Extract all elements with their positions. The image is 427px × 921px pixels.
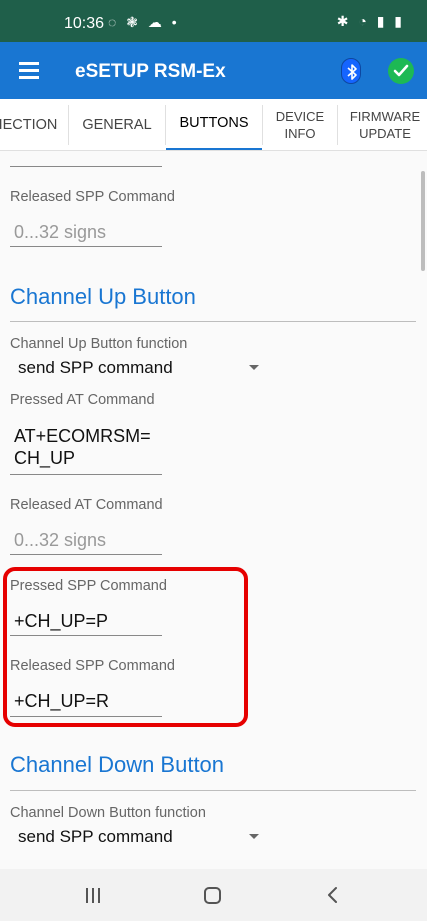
partial-field-underline (10, 166, 162, 167)
channel-down-function-label: Channel Down Button function (10, 805, 206, 821)
chevron-down-icon[interactable] (249, 834, 259, 839)
pressed-at-label: Pressed AT Command (10, 392, 155, 408)
channel-down-function-select[interactable]: send SPP command (18, 827, 173, 847)
buttons-settings-panel: Released SPP Command 0...32 signs Channe… (0, 151, 427, 869)
home-icon[interactable] (204, 887, 221, 904)
channel-up-function-select[interactable]: send SPP command (18, 358, 173, 378)
app-title: eSETUP RSM-Ex (75, 61, 226, 82)
pressed-at-input[interactable]: AT+ECOMRSM= CH_UP (14, 425, 151, 469)
channel-down-section-title: Channel Down Button (10, 752, 225, 777)
tab-connection[interactable]: IECTION (0, 99, 68, 150)
bluetooth-icon[interactable] (341, 58, 361, 84)
tab-general[interactable]: GENERAL (69, 99, 165, 150)
back-icon[interactable] (326, 886, 340, 904)
tab-buttons[interactable]: BUTTONS (166, 99, 262, 150)
status-bar: 10:36 ◌ ❃ ☁ • ✱ ◔ ▮ ▮ (0, 0, 427, 42)
tab-device-info[interactable]: DEVICE INFO (263, 99, 337, 150)
scrollbar[interactable] (421, 171, 425, 271)
status-time: 10:36 (64, 15, 105, 32)
released-spp-label: Released SPP Command (10, 189, 175, 205)
app-bar: eSETUP RSM-Ex (0, 42, 427, 99)
menu-icon[interactable] (19, 62, 39, 79)
released-at-label: Released AT Command (10, 497, 163, 513)
system-nav-bar (0, 869, 427, 921)
released-at-input[interactable]: 0...32 signs (14, 530, 106, 551)
tab-bar: IECTION GENERAL BUTTONS DEVICE INFO FIRMW… (0, 99, 427, 151)
check-icon[interactable] (388, 58, 414, 84)
tab-firmware-update[interactable]: FIRMWARE UPDATE (338, 99, 427, 150)
channel-up-section-title: Channel Up Button (10, 284, 196, 309)
chevron-down-icon[interactable] (249, 365, 259, 370)
channel-up-function-label: Channel Up Button function (10, 336, 188, 352)
recent-apps-icon[interactable] (86, 888, 102, 904)
released-spp-input[interactable]: 0...32 signs (14, 222, 106, 243)
status-system-icons: ✱ ◔ ▮ ▮ (336, 13, 405, 29)
highlight-box (3, 567, 248, 727)
status-notification-icons: ◌ ❃ ☁ • (108, 14, 180, 30)
